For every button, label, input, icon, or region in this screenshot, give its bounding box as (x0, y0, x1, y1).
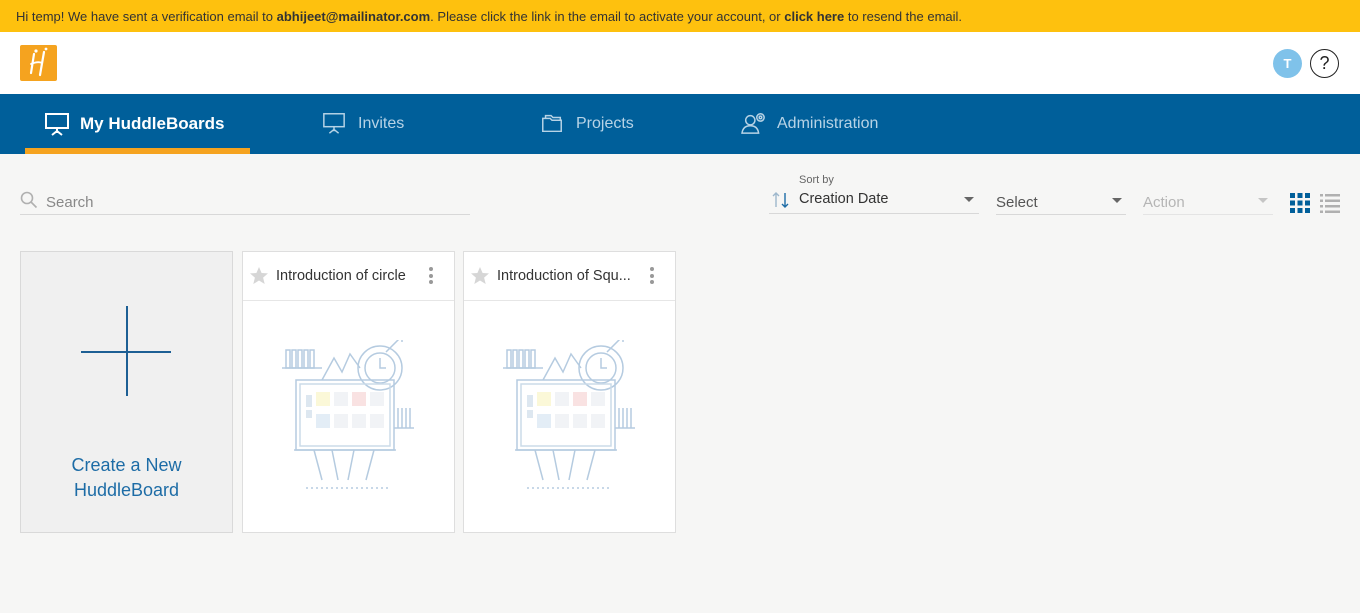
presentation-board-icon (44, 111, 70, 137)
nav-tab-administration[interactable]: Administration (741, 94, 878, 154)
banner-text-middle: . Please click the link in the email to … (430, 9, 785, 24)
main-nav: My HuddleBoards Invites Projects Adminis… (0, 94, 1360, 154)
star-icon[interactable] (249, 266, 269, 291)
create-new-huddleboard-card[interactable]: Create a New HuddleBoard (20, 251, 233, 533)
presentation-board-icon (322, 111, 348, 137)
nav-label: Administration (777, 115, 879, 132)
card-title[interactable]: Introduction of circle (276, 268, 426, 284)
folders-icon (540, 111, 566, 137)
huddleboard-card[interactable]: Introduction of circle (242, 251, 455, 533)
huddleboard-logo[interactable] (20, 45, 57, 81)
card-header: Introduction of circle (243, 252, 454, 301)
resend-email-link[interactable]: click here (784, 9, 844, 24)
banner-text: Hi temp! We have sent a verification ema… (16, 9, 277, 24)
list-view-icon[interactable] (1320, 193, 1340, 213)
huddleboard-card[interactable]: Introduction of Squ... (463, 251, 676, 533)
banner-email: abhijeet@mailinator.com (276, 9, 431, 24)
nav-label: My HuddleBoards (80, 114, 225, 133)
app-header: T ? (0, 32, 1360, 94)
sort-by-value: Creation Date (799, 191, 889, 207)
sort-by-dropdown[interactable]: Sort by Creation Date (769, 174, 979, 214)
sort-icon (771, 190, 791, 215)
more-options-icon[interactable] (429, 267, 435, 287)
select-dropdown[interactable]: Select (996, 190, 1126, 215)
more-options-icon[interactable] (650, 267, 656, 287)
grid-view-icon[interactable] (1290, 193, 1310, 213)
board-thumbnail-illustration (276, 335, 416, 500)
banner-text-suffix: to resend the email. (844, 9, 963, 24)
chevron-down-icon (1258, 198, 1268, 203)
create-new-line2: HuddleBoard (73, 480, 180, 500)
nav-tab-projects[interactable]: Projects (540, 94, 634, 154)
card-title[interactable]: Introduction of Squ... (497, 268, 647, 284)
active-tab-indicator (25, 148, 250, 154)
action-value: Action (1143, 194, 1185, 211)
verification-banner: Hi temp! We have sent a verification ema… (0, 0, 1360, 32)
search-icon (20, 191, 38, 214)
create-new-line1: Create a New (71, 455, 182, 475)
chevron-down-icon (1112, 198, 1122, 203)
select-value: Select (996, 194, 1038, 211)
search-placeholder: Search (46, 194, 94, 211)
action-dropdown[interactable]: Action (1143, 190, 1273, 215)
user-settings-icon (741, 111, 767, 137)
nav-tab-my-huddleboards[interactable]: My HuddleBoards (44, 94, 225, 154)
user-avatar[interactable]: T (1273, 49, 1302, 78)
nav-label: Invites (358, 115, 405, 132)
search-input[interactable]: Search (20, 190, 470, 215)
star-icon[interactable] (470, 266, 490, 291)
nav-label: Projects (576, 115, 634, 132)
help-icon[interactable]: ? (1310, 49, 1339, 78)
board-thumbnail-illustration (497, 335, 637, 500)
chevron-down-icon (964, 197, 974, 202)
sort-by-label: Sort by (799, 174, 834, 186)
plus-icon (81, 306, 173, 403)
card-header: Introduction of Squ... (464, 252, 675, 301)
create-new-label: Create a New HuddleBoard (21, 453, 232, 503)
nav-tab-invites[interactable]: Invites (322, 94, 404, 154)
